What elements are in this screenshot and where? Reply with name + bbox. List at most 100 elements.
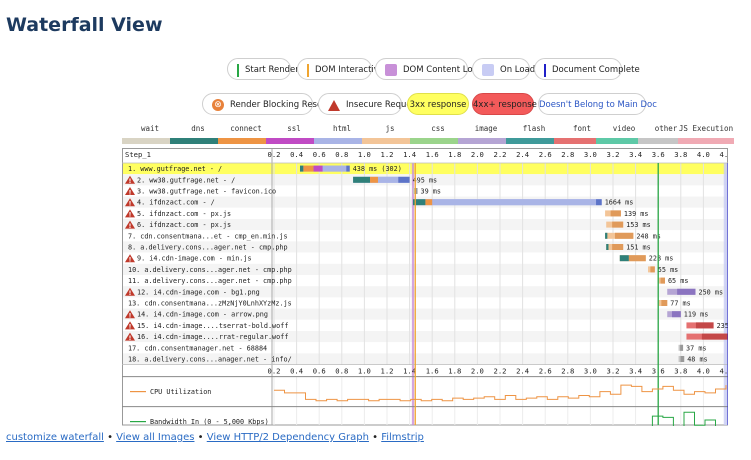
link-filmstrip[interactable]: Filmstrip [381,432,424,443]
request-timing: 55 ms [658,266,678,274]
request-timing: 119 ms [684,311,709,319]
request-label[interactable]: 17. cdn.consentmanager.net - 68884 [128,344,267,352]
tick-label-bottom: 2.2 [494,367,507,376]
request-label[interactable]: 5. ifdnzact.com - px.js [137,210,231,218]
tick-label-bottom: 2.0 [471,367,484,376]
tick-label-top: 1.2 [381,150,394,159]
type-legend-label: video [612,124,636,133]
request-bar-download [650,266,655,273]
tick-label-bottom: 4.0 [697,367,710,376]
request-bar-dns [606,244,609,250]
tick-label-top: 3.4 [629,150,642,159]
request-timing: 248 ms [636,232,661,240]
request-label[interactable]: 15. i4.cdn-image....tserrat-bold.woff [137,322,288,330]
request-timing: 65 ms [668,277,688,285]
type-legend-label: css [431,124,445,133]
request-timing: 235 ms [717,322,728,330]
tick-label-top: 2.0 [471,150,484,159]
link-separator: • [103,432,117,443]
request-bar-download [610,210,621,217]
request-bar-dns [605,232,608,239]
tick-label-bottom: 3.0 [584,367,597,376]
request-label[interactable]: 3. ww38.gutfrage.net - favicon.ico [137,188,276,196]
type-legend-label: dns [191,124,205,133]
tick-label-top: 1.6 [426,150,439,159]
tick-label-bottom: 2.6 [539,367,552,376]
legend-3xx-response[interactable]: 3xx response [407,93,469,115]
link-view-http-2-dependency-graph[interactable]: View HTTP/2 Dependency Graph [207,432,369,443]
tick-label-bottom: 1.6 [426,367,439,376]
request-bar-download [398,176,410,183]
render-blocking-icon: ⊗ [212,99,224,111]
legend-not-main-doc[interactable]: Doesn't Belong to Main Doc [538,93,657,115]
request-bar-download [680,356,685,362]
type-legend-label: font [572,124,592,133]
warning-icon-glyph: ! [129,223,132,230]
tick-label-top: 0.8 [335,150,348,159]
request-timing: 1664 ms [605,199,634,207]
legend-dom-content-loaded[interactable]: DOM Content Loaded [375,58,494,80]
legend-label: On Load [500,65,536,75]
request-bar-download [346,165,350,172]
request-label[interactable]: 4. ifdnzact.com - / [137,199,215,207]
legend-label: Start Render [245,65,299,75]
legend-label: 4xx+ response [473,100,537,110]
warning-icon-glyph: ! [129,212,132,219]
link-view-all-images[interactable]: View all Images [116,432,194,443]
legend-on-load[interactable]: On Load [472,58,535,80]
tick-label-top: 2.4 [516,150,529,159]
tick-label-top: 0.4 [290,150,303,159]
request-label[interactable]: 2. ww38.gutfrage.net - / [137,176,235,184]
tick-label-bottom: 0.8 [335,367,348,376]
request-label[interactable]: 12. i4.cdn-image.com - bg1.png [137,288,260,296]
request-bar-dns [299,165,304,172]
request-bar-download [671,311,681,318]
legend-start-render[interactable]: Start Render [227,58,299,80]
request-label[interactable]: 14. i4.cdn-image.com - arrow.png [137,311,268,319]
request-label[interactable]: 13. cdn.consentmana...zMzNjY0LnhXYzMz.js [128,300,292,308]
request-timing: 39 ms [421,188,441,196]
request-timing: 250 ms [698,288,723,296]
type-legend-label: connect [230,124,262,133]
request-timing: 151 ms [626,244,651,252]
request-label[interactable]: 10. a.delivery.cons...ager.net - cmp.php [128,266,292,274]
request-label[interactable]: 8. a.delivery.cons...ager.net - cmp.php [128,244,288,252]
tick-label-top: 0.6 [313,150,326,159]
tick-label-bottom: 1.2 [381,367,394,376]
tick-label-top: 2.2 [494,150,507,159]
tick-label-bottom: 2.4 [516,367,529,376]
type-legend-label: JS Execution [678,124,734,133]
request-bar-download [612,244,624,250]
request-legend: ⊗ Render Blocking Resource Insecure Reque… [0,93,751,119]
request-label[interactable]: 6. ifdnzact.com - px.js [137,221,231,229]
legend-label: Document Complete [552,65,640,75]
tick-label-top: 0.2 [268,150,281,159]
legend-4xx-response[interactable]: 4xx+ response [472,93,537,115]
request-bar-ssl [313,165,323,172]
warning-icon-glyph: ! [129,313,132,320]
tick-label-bottom: 0.2 [268,367,281,376]
type-legend-label: image [474,124,498,133]
request-label[interactable]: 9. i4.cdn-image.com - min.js [137,255,252,263]
request-label[interactable]: 18. a.delivery.cons...anager.net - info/ [128,356,292,364]
request-label[interactable]: 7. cdn.consentmana...et - cmp_en.min.js [128,232,288,240]
request-timing: 438 ms (302) [353,165,402,173]
request-bar-download [612,221,624,228]
legend-document-complete[interactable]: Document Complete [534,58,640,80]
type-legend-swatch [678,138,734,144]
request-label[interactable]: 1. www.gutfrage.net - / [128,165,222,173]
type-legend-label: other [654,124,678,133]
request-label[interactable]: 16. i4.cdn-image....rrat-regular.woff [137,333,288,341]
link-customize-waterfall[interactable]: customize waterfall [6,432,104,443]
request-timing: 37 ms [686,344,706,352]
legend-label: DOM Interactive [315,65,385,75]
footer-links: customize waterfall • View all Images • … [6,432,424,443]
legend-insecure-request[interactable]: Insecure Request [318,93,419,115]
request-label[interactable]: 11. a.delivery.cons...ager.net - cmp.php [128,277,292,285]
request-timing: 77 ms [670,300,690,308]
tick-label-top: 1.4 [403,150,416,159]
legend-render-blocking[interactable]: ⊗ Render Blocking Resource [202,93,341,115]
tick-label-bottom: 3.4 [629,367,642,376]
legend-dom-interactive[interactable]: DOM Interactive [297,58,384,80]
tick-label-bottom: 1.0 [358,367,371,376]
